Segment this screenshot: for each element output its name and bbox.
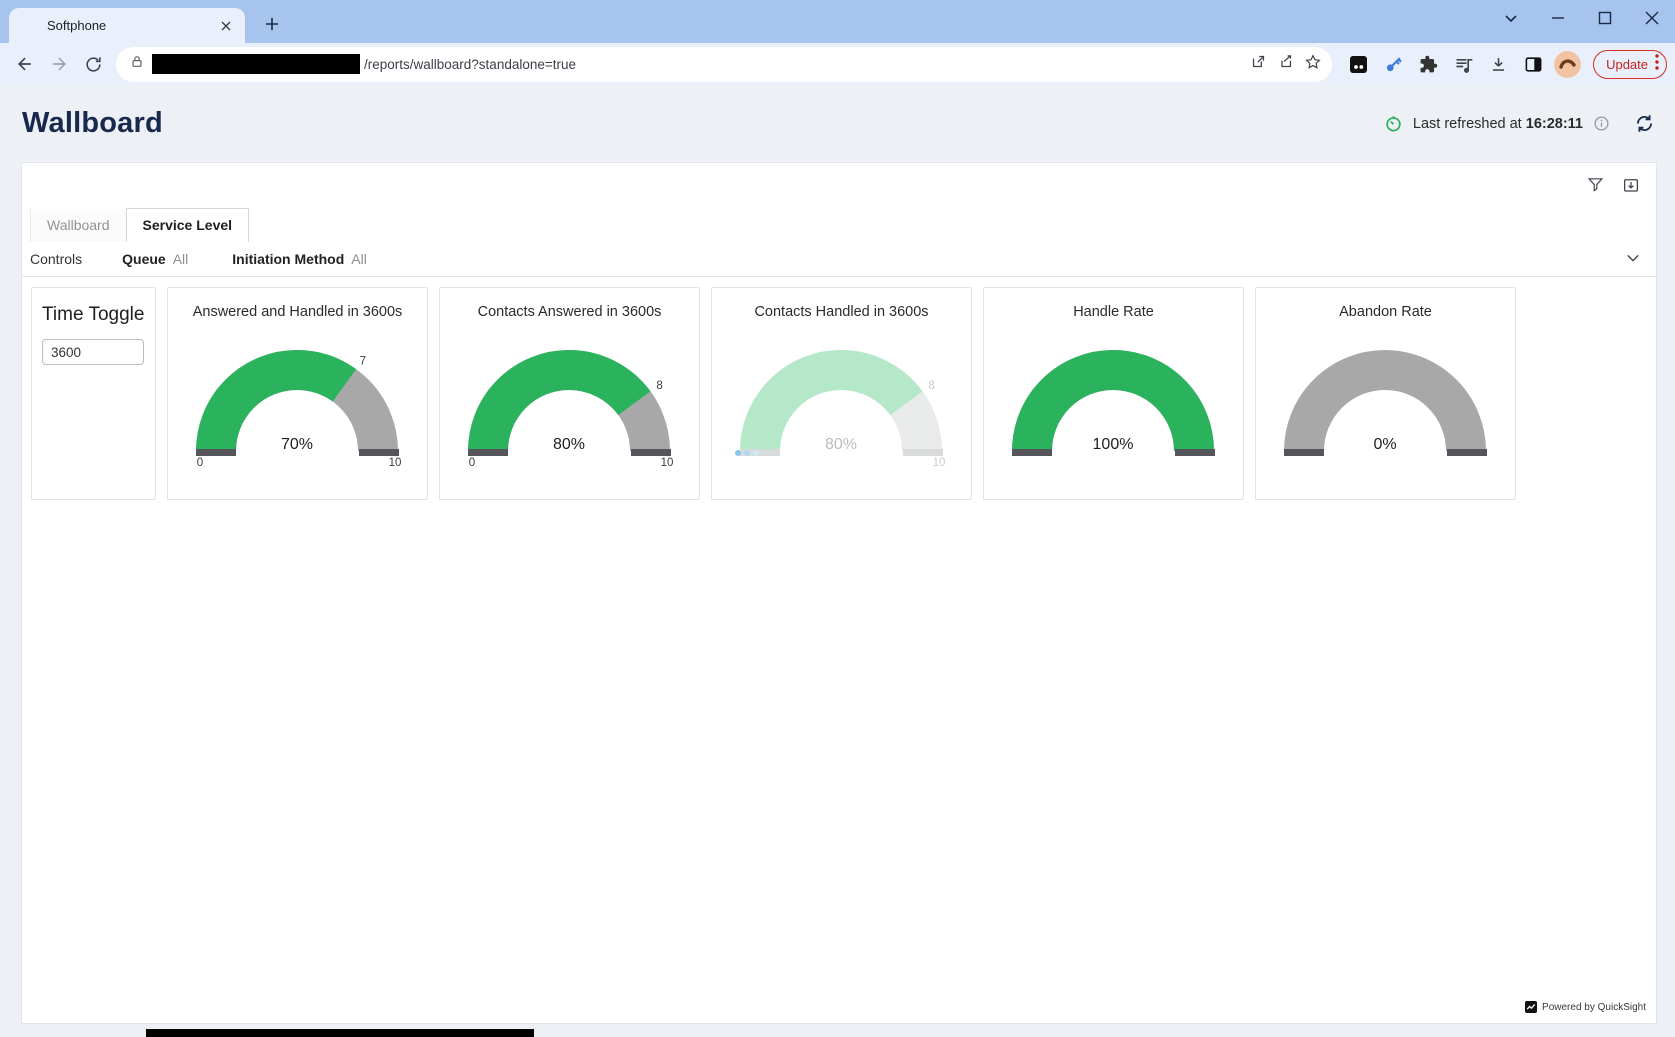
extension-icons: Update xyxy=(1344,50,1667,79)
svg-text:10: 10 xyxy=(933,457,946,469)
open-in-new-icon[interactable] xyxy=(1250,53,1267,75)
profile-avatar[interactable] xyxy=(1554,51,1581,78)
update-label: Update xyxy=(1606,57,1648,72)
extensions-puzzle-icon[interactable] xyxy=(1414,50,1443,79)
back-button[interactable] xyxy=(10,49,40,79)
bookmark-star-icon[interactable] xyxy=(1304,53,1322,76)
close-window-button[interactable] xyxy=(1628,0,1675,36)
gauge-chart: 70% 0 10 7 xyxy=(180,332,415,472)
gauge-title: Contacts Answered in 3600s xyxy=(478,304,662,320)
tab-title: Softphone xyxy=(47,18,217,33)
reload-button[interactable] xyxy=(78,49,108,79)
dashboard-toolbar xyxy=(22,163,1656,206)
svg-text:8: 8 xyxy=(656,380,662,392)
gauge-chart: 0% xyxy=(1268,332,1503,472)
media-playlist-icon[interactable] xyxy=(1449,50,1478,79)
gauge-card-contacts-handled-in-3600s: Contacts Handled in 3600s 80% 10 8 xyxy=(711,287,972,500)
refresh-icon[interactable] xyxy=(1634,113,1655,134)
cards-row: Time Toggle Answered and Handled in 3600… xyxy=(22,277,1656,500)
downloads-icon[interactable] xyxy=(1484,50,1513,79)
browser-tab[interactable]: Softphone xyxy=(9,8,245,43)
time-toggle-input[interactable] xyxy=(42,339,144,365)
time-toggle-title: Time Toggle xyxy=(42,304,145,326)
forward-button[interactable] xyxy=(44,49,74,79)
gauge-card-abandon-rate: Abandon Rate 0% xyxy=(1255,287,1516,500)
loading-spinner-dots xyxy=(735,450,759,456)
auto-refresh-timer-icon xyxy=(1384,114,1403,133)
powered-by-quicksight[interactable]: Powered by QuickSight xyxy=(1525,1001,1646,1013)
redacted-bottom-bar xyxy=(146,1029,534,1037)
key-extension-icon[interactable] xyxy=(1379,50,1408,79)
svg-text:70%: 70% xyxy=(281,436,313,453)
gauge-chart: 80% 0 10 8 xyxy=(452,332,687,472)
sheet-tab-wallboard[interactable]: Wallboard xyxy=(30,209,126,242)
lock-icon[interactable] xyxy=(130,54,144,74)
powered-by-text: Powered by QuickSight xyxy=(1542,1002,1646,1013)
last-refreshed-time: 16:28:11 xyxy=(1526,116,1583,132)
browser-menu-kebab-icon[interactable] xyxy=(1654,53,1660,76)
browser-toolbar: /reports/wallboard?standalone=true xyxy=(0,43,1675,85)
gauge-title: Answered and Handled in 3600s xyxy=(193,304,403,320)
info-circle-icon[interactable] xyxy=(1593,115,1610,132)
page-title: Wallboard xyxy=(22,107,163,140)
filter-funnel-icon[interactable] xyxy=(1587,176,1604,193)
svg-text:10: 10 xyxy=(389,457,402,469)
side-panel-icon[interactable] xyxy=(1519,50,1548,79)
svg-text:0: 0 xyxy=(469,457,475,469)
gauge-title: Contacts Handled in 3600s xyxy=(754,304,928,320)
minimize-button[interactable] xyxy=(1534,0,1581,36)
tab-search-chevron-icon[interactable] xyxy=(1487,0,1534,36)
filter-queue[interactable]: Queue All xyxy=(122,251,188,267)
svg-text:8: 8 xyxy=(928,380,934,392)
window-controls xyxy=(1487,0,1675,36)
quicksight-logo-icon xyxy=(1525,1001,1537,1013)
svg-text:100%: 100% xyxy=(1093,436,1134,453)
maximize-button[interactable] xyxy=(1581,0,1628,36)
svg-text:0: 0 xyxy=(197,457,203,469)
address-bar[interactable]: /reports/wallboard?standalone=true xyxy=(116,47,1332,82)
svg-text:80%: 80% xyxy=(553,436,585,453)
sheet-tabbar: Wallboard Service Level xyxy=(22,206,1656,242)
sheet-tab-service-level[interactable]: Service Level xyxy=(126,208,250,242)
gauge-chart: 80% 10 8 xyxy=(724,332,959,472)
time-toggle-card: Time Toggle xyxy=(31,287,156,500)
gauge-chart: 100% xyxy=(996,332,1231,472)
browser-titlebar: Softphone xyxy=(0,0,1675,43)
controls-label: Controls xyxy=(30,251,82,267)
svg-text:0%: 0% xyxy=(1373,436,1396,453)
export-download-icon[interactable] xyxy=(1622,176,1640,194)
url-text: /reports/wallboard?standalone=true xyxy=(364,57,1250,72)
svg-text:7: 7 xyxy=(360,355,366,367)
page-header: Wallboard Last refreshed at 16:28:11 xyxy=(0,85,1675,162)
svg-text:10: 10 xyxy=(661,457,674,469)
extension-tile-icon[interactable] xyxy=(1344,50,1373,79)
last-refreshed-text: Last refreshed at 16:28:11 xyxy=(1413,116,1583,132)
gauge-card-answered-and-handled-in-3600s: Answered and Handled in 3600s 70% 0 10 7 xyxy=(167,287,428,500)
collapse-controls-chevron-icon[interactable] xyxy=(1624,249,1642,270)
new-tab-button[interactable] xyxy=(257,9,287,39)
gauge-card-contacts-answered-in-3600s: Contacts Answered in 3600s 80% 0 10 8 xyxy=(439,287,700,500)
svg-text:80%: 80% xyxy=(825,436,857,453)
dashboard-panel: Wallboard Service Level Controls Queue A… xyxy=(21,162,1657,1024)
tab-close-icon[interactable] xyxy=(217,17,235,35)
filter-initiation-method[interactable]: Initiation Method All xyxy=(232,251,367,267)
update-browser-button[interactable]: Update xyxy=(1593,50,1667,79)
gauge-card-handle-rate: Handle Rate 100% xyxy=(983,287,1244,500)
redacted-url-host xyxy=(152,54,360,74)
gauge-title: Handle Rate xyxy=(1073,304,1154,320)
gauge-title: Abandon Rate xyxy=(1339,304,1432,320)
share-icon[interactable] xyxy=(1277,53,1294,75)
controls-row: Controls Queue All Initiation Method All xyxy=(22,242,1656,277)
